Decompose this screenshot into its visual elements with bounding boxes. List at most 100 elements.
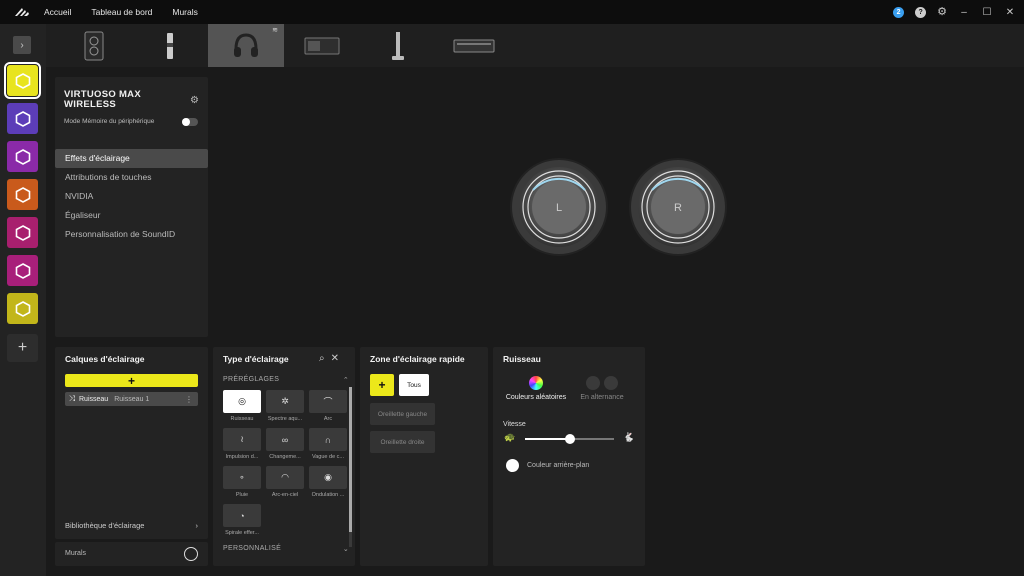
murals-label: Murals xyxy=(65,550,87,557)
notification-badge[interactable]: 2 xyxy=(893,6,905,18)
device-title: VIRTUOSO MAX WIRELESS xyxy=(64,89,141,110)
layer-menu-icon[interactable]: ⋮ xyxy=(185,395,193,404)
mode-alternate[interactable]: En alternance xyxy=(567,376,637,401)
effect-button-2[interactable]: ✲ xyxy=(266,390,304,413)
close-icon[interactable]: ✕ xyxy=(1004,7,1016,18)
effect-title: Ruisseau xyxy=(503,354,541,364)
add-zone-button[interactable]: + xyxy=(370,374,394,396)
hexagon-icon xyxy=(15,186,30,203)
spectrum-icon: ✲ xyxy=(281,396,289,406)
effect-button-5[interactable]: ∞ xyxy=(266,428,304,451)
alternate-color-a-swatch[interactable] xyxy=(586,376,600,390)
effect-settings-panel: Ruisseau Couleurs aléatoires En alternan… xyxy=(493,347,645,566)
alternate-color-b-swatch[interactable] xyxy=(604,376,618,390)
device-panel: VIRTUOSO MAX WIRELESS ⚙ Mode Mémoire du … xyxy=(55,77,208,337)
mode-random-colors[interactable]: Couleurs aléatoires xyxy=(501,376,571,401)
add-device-button[interactable]: + xyxy=(7,334,38,362)
speed-label: Vitesse xyxy=(503,421,526,428)
device-slot-2[interactable] xyxy=(7,103,38,134)
ripple-icon: ◉ xyxy=(324,472,332,482)
device-menu-item-5[interactable]: Personnalisation de SoundID xyxy=(55,225,208,244)
device-thumb-case[interactable] xyxy=(56,24,132,67)
layer-name: Ruisseau xyxy=(79,395,109,403)
left-earcup[interactable]: L xyxy=(510,158,608,256)
arc-icon: ⌒ xyxy=(323,397,333,407)
device-menu-item-3[interactable]: NVIDIA xyxy=(55,187,208,206)
effect-button-10[interactable]: ◔ xyxy=(223,504,261,527)
link-icon: ∞ xyxy=(281,434,289,445)
nav-murals[interactable]: Murals xyxy=(172,7,198,17)
lighting-library-link[interactable]: Bibliothèque d'éclairage › xyxy=(65,521,198,530)
presets-label: PRÉRÉGLAGES xyxy=(223,376,280,383)
search-icon[interactable]: ⌕ xyxy=(319,353,331,364)
hexagon-icon xyxy=(15,148,30,165)
background-color-swatch[interactable] xyxy=(506,459,519,472)
device-slot-3[interactable] xyxy=(7,141,38,172)
device-strip: ≋ xyxy=(46,24,1024,67)
custom-section[interactable]: PERSONNALISÉ ⌄ xyxy=(223,545,349,553)
effect-label: Impulsion d... xyxy=(225,454,259,460)
device-menu-item-1[interactable]: Effets d'éclairage xyxy=(55,149,208,168)
presets-section[interactable]: PRÉRÉGLAGES ⌃ xyxy=(223,376,349,384)
device-slot-7[interactable] xyxy=(7,293,38,324)
nav-home[interactable]: Accueil xyxy=(44,7,71,17)
rain-icon: ∘ xyxy=(239,472,245,482)
zone-left-earcup-button[interactable]: Oreillette gauche xyxy=(370,403,435,425)
right-earcup[interactable]: R xyxy=(629,158,727,256)
effect-button-8[interactable]: ◠ xyxy=(266,466,304,489)
effect-button-7[interactable]: ∘ xyxy=(223,466,261,489)
mode-random-label: Couleurs aléatoires xyxy=(505,394,567,401)
right-earcup-label: R xyxy=(674,202,682,214)
chevron-down-icon: ⌄ xyxy=(342,546,349,553)
device-thumb-stick[interactable] xyxy=(132,24,208,67)
spiral-icon: ◎ xyxy=(238,396,246,406)
device-thumb-headset[interactable]: ≋ xyxy=(208,24,284,67)
hexagon-icon xyxy=(15,224,30,241)
murals-toggle[interactable] xyxy=(184,547,198,561)
slow-turtle-icon: 🐢 xyxy=(504,432,516,442)
help-icon[interactable]: ? xyxy=(915,6,927,18)
effect-button-3[interactable]: ⌒ xyxy=(309,390,347,413)
device-thumb-gpu[interactable] xyxy=(284,24,360,67)
device-menu-item-4[interactable]: Égaliseur xyxy=(55,206,208,225)
effect-button-1[interactable]: ◎ xyxy=(223,390,261,413)
close-panel-icon[interactable]: ✕ xyxy=(331,353,345,364)
device-slot-1[interactable] xyxy=(4,62,41,99)
settings-gear-icon[interactable]: ⚙ xyxy=(937,6,947,18)
maximize-icon[interactable]: ☐ xyxy=(981,7,993,18)
minimize-icon[interactable]: – xyxy=(958,7,970,18)
effect-label: Vague de c... xyxy=(311,454,344,460)
effect-button-9[interactable]: ◉ xyxy=(309,466,347,489)
layers-title: Calques d'éclairage xyxy=(65,354,145,364)
dock-station-icon xyxy=(453,39,495,52)
device-slot-5[interactable] xyxy=(7,217,38,248)
effect-label: Changeme... xyxy=(269,454,301,460)
layer-row[interactable]: ⤨ Ruisseau Ruisseau 1 ⋮ xyxy=(65,392,198,406)
device-thumb-dock[interactable] xyxy=(436,24,512,67)
add-layer-button[interactable]: + xyxy=(65,374,198,388)
effect-button-6[interactable]: ∩ xyxy=(309,428,347,451)
zone-title: Zone d'éclairage rapide xyxy=(370,354,465,364)
device-slot-6[interactable] xyxy=(7,255,38,286)
zone-right-earcup-button[interactable]: Oreillette droite xyxy=(370,431,435,453)
device-thumb-mic[interactable] xyxy=(360,24,436,67)
device-menu-item-2[interactable]: Attributions de touches xyxy=(55,168,208,187)
effect-label: Arc-en-ciel xyxy=(271,492,299,498)
speed-slider-thumb[interactable] xyxy=(564,434,575,444)
type-title: Type d'éclairage xyxy=(223,354,289,364)
mode-alternate-label: En alternance xyxy=(580,394,624,401)
speed-slider-fill xyxy=(525,438,570,440)
effects-scrollbar[interactable] xyxy=(349,387,352,547)
memory-mode-toggle[interactable] xyxy=(182,118,198,126)
usb-stick-icon xyxy=(167,32,173,59)
earcups-illustration: L R xyxy=(510,158,727,256)
expand-sidebar-button[interactable]: › xyxy=(13,36,31,54)
effect-button-4[interactable]: ≀ xyxy=(223,428,261,451)
device-slot-4[interactable] xyxy=(7,179,38,210)
pc-case-icon xyxy=(84,31,104,60)
nav-dashboard[interactable]: Tableau de bord xyxy=(91,7,152,17)
library-label: Bibliothèque d'éclairage xyxy=(65,521,145,530)
lighting-type-panel: Type d'éclairage ⌕✕ PRÉRÉGLAGES ⌃ ◎ Ruiss… xyxy=(213,347,355,566)
zone-all-button[interactable]: Tous xyxy=(399,374,429,396)
device-settings-gear-icon[interactable]: ⚙ xyxy=(190,95,199,106)
